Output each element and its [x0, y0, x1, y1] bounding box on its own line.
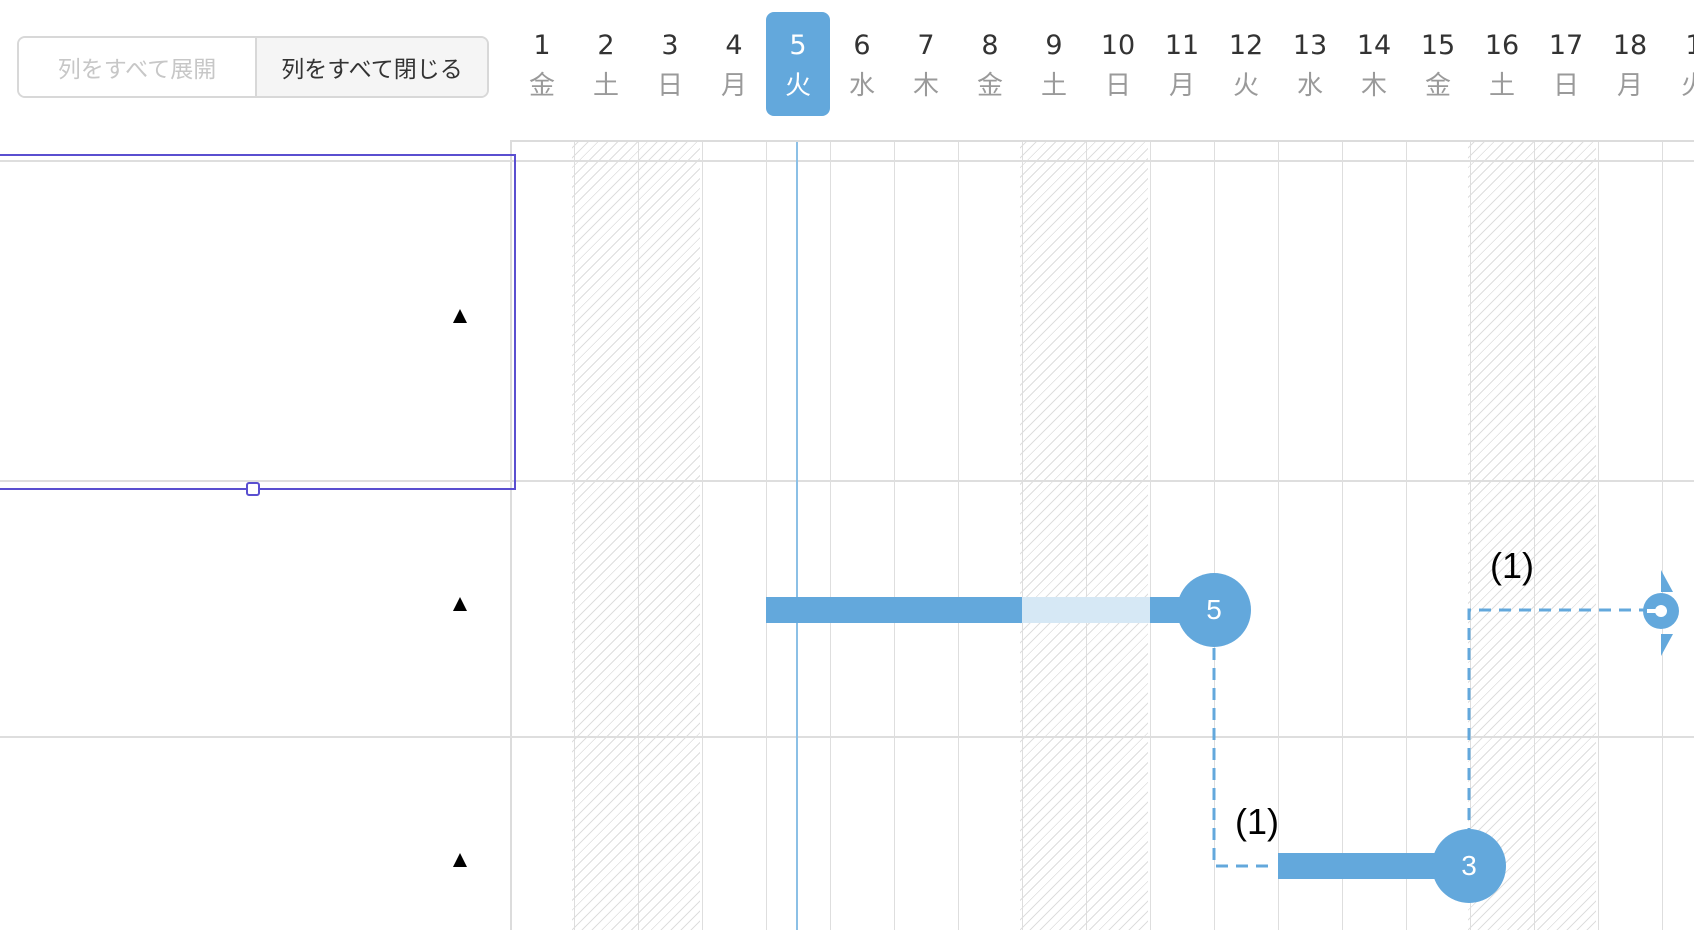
- day-column-header: 17 日: [1534, 12, 1598, 116]
- day-column-header: 11 月: [1150, 12, 1214, 116]
- day-column-header: 12 火: [1214, 12, 1278, 116]
- timeline-grid: [510, 140, 1694, 930]
- weekday-label: 木: [1360, 71, 1387, 101]
- day-gridline: [766, 142, 767, 930]
- day-number: 12: [1228, 30, 1264, 61]
- day-gridline: [702, 142, 703, 930]
- dependency-lag-label: (1): [1490, 545, 1534, 586]
- day-number: 18: [1612, 30, 1648, 61]
- weekday-label: 木: [912, 71, 939, 101]
- day-number: 1: [533, 30, 551, 61]
- task-bar-progress[interactable]: [766, 597, 1022, 623]
- weekday-label: 金: [1424, 71, 1451, 101]
- day-number: 16: [1484, 30, 1520, 61]
- task-bar-progress[interactable]: [1150, 597, 1180, 623]
- day-number: 4: [725, 30, 743, 61]
- day-gridline: [1086, 142, 1087, 930]
- weekday-label: 金: [528, 71, 555, 101]
- weekday-label: 土: [592, 71, 619, 101]
- day-number: 7: [917, 30, 935, 61]
- row-collapse-icon[interactable]: ▲: [446, 848, 474, 872]
- row-collapse-icon[interactable]: ▲: [446, 592, 474, 616]
- day-gridline: [830, 142, 831, 930]
- day-gridline: [1662, 142, 1663, 930]
- day-gridline: [1214, 142, 1215, 930]
- day-number: 3: [661, 30, 679, 61]
- weekday-label: 火: [784, 71, 811, 101]
- day-number: 5: [789, 30, 807, 61]
- day-number: 6: [853, 30, 871, 61]
- day-column-header: 1火: [1662, 12, 1694, 116]
- row-divider: [0, 736, 1694, 738]
- day-number: 15: [1420, 30, 1456, 61]
- weekday-label: 月: [720, 71, 747, 101]
- day-gridline: [1150, 142, 1151, 930]
- resize-handle[interactable]: [246, 482, 260, 496]
- day-number: 13: [1292, 30, 1328, 61]
- day-column-header: 8金: [958, 12, 1022, 116]
- weekday-label: 日: [656, 71, 683, 101]
- selected-row-frame[interactable]: [0, 154, 516, 490]
- day-number: 8: [981, 30, 999, 61]
- day-number: 9: [1045, 30, 1063, 61]
- day-column-today: 5火: [766, 12, 830, 116]
- weekday-label: 火: [1680, 71, 1694, 101]
- day-gridline: [1470, 142, 1471, 930]
- weekday-label: 土: [1488, 71, 1515, 101]
- day-column-header: 10 日: [1086, 12, 1150, 116]
- day-column-header: 3日: [638, 12, 702, 116]
- task-bar-weekend: [1022, 597, 1150, 623]
- day-gridline: [1342, 142, 1343, 930]
- day-number: 10: [1100, 30, 1136, 61]
- weekday-label: 日: [1552, 71, 1579, 101]
- milestone-connector-icon[interactable]: [1633, 568, 1689, 658]
- day-number: 2: [597, 30, 615, 61]
- task-duration-node[interactable]: 5: [1177, 573, 1251, 647]
- day-number: 17: [1548, 30, 1584, 61]
- day-gridline: [638, 142, 639, 930]
- weekday-label: 土: [1040, 71, 1067, 101]
- day-gridline: [958, 142, 959, 930]
- dependency-lag-label: (1): [1235, 801, 1279, 842]
- day-column-header: 9土: [1022, 12, 1086, 116]
- day-gridline: [574, 142, 575, 930]
- day-header: 1 金 2 土 3 日 4 月 5 火 6 水 7 木 8 金 9 土 10 日 11 月 12 火 13 水 14 木 15 金 16 土 1…: [0, 12, 1694, 116]
- weekday-label: 火: [1232, 71, 1259, 101]
- weekday-label: 水: [1296, 71, 1323, 101]
- task-duration-node[interactable]: 3: [1432, 829, 1506, 903]
- weekday-label: 水: [848, 71, 875, 101]
- day-column-header: 6水: [830, 12, 894, 116]
- day-gridline: [1406, 142, 1407, 930]
- weekday-label: 金: [976, 71, 1003, 101]
- weekday-label: 月: [1168, 71, 1195, 101]
- today-indicator-line: [796, 142, 798, 930]
- day-column-header: 16 土: [1470, 12, 1534, 116]
- day-column-header: 4月: [702, 12, 766, 116]
- day-column-header: 18 月: [1598, 12, 1662, 116]
- day-number: 14: [1356, 30, 1392, 61]
- weekday-label: 月: [1616, 71, 1643, 101]
- day-column-header: 1金: [510, 12, 574, 116]
- day-gridline: [1022, 142, 1023, 930]
- day-column-header: 14 木: [1342, 12, 1406, 116]
- day-column-header: 2土: [574, 12, 638, 116]
- weekday-label: 日: [1104, 71, 1131, 101]
- day-number: 11: [1164, 30, 1200, 61]
- day-column-header: 13 水: [1278, 12, 1342, 116]
- day-gridline: [1598, 142, 1599, 930]
- day-number: 1: [1662, 30, 1694, 62]
- day-column-header: 7木: [894, 12, 958, 116]
- day-column-header: 15 金: [1406, 12, 1470, 116]
- day-gridline: [1534, 142, 1535, 930]
- day-gridline: [894, 142, 895, 930]
